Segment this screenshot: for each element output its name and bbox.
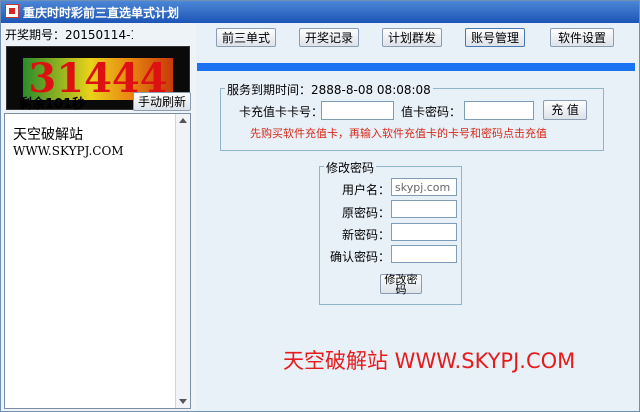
memo-line: 天空破解站	[13, 127, 83, 143]
memo-scrollbar[interactable]	[175, 114, 190, 408]
new-password-input[interactable]	[391, 223, 457, 241]
change-password-title: 修改密码	[324, 159, 377, 176]
change-password-group: 修改密码 用户名： skypj.com 原密码： 新密码： 确认密码： 修改密码	[319, 159, 462, 305]
left-panel: 开奖期号：20150114-120 31444 剩余101秒 手动刷新 天空破解…	[1, 23, 196, 411]
card-password-label: 值卡密码：	[401, 105, 462, 119]
manual-refresh-button[interactable]: 手动刷新	[133, 92, 191, 111]
card-number-label: 卡充值卡卡号：	[239, 105, 324, 119]
tab-plan-broadcast[interactable]: 计划群发	[382, 28, 442, 47]
old-password-label: 原密码：	[342, 206, 391, 220]
tab-draw-history[interactable]: 开奖记录	[299, 28, 359, 47]
app-icon	[5, 4, 19, 18]
scroll-up-icon[interactable]	[179, 118, 187, 123]
memo-box[interactable]: 天空破解站 WWW.SKYPJ.COM	[4, 113, 191, 409]
tab-account-management[interactable]: 账号管理	[465, 28, 525, 47]
memo-line: WWW.SKYPJ.COM	[13, 144, 124, 158]
remaining-time: 剩余101秒	[19, 97, 86, 112]
card-password-input[interactable]	[464, 101, 534, 120]
recharge-button[interactable]: 充 值	[543, 100, 587, 120]
confirm-password-input[interactable]	[391, 245, 457, 263]
tab-front-three-single[interactable]: 前三单式	[216, 28, 276, 47]
issue-number-label: 开奖期号：20150114-120	[5, 28, 133, 42]
tab-software-settings[interactable]: 软件设置	[550, 28, 614, 47]
change-password-button[interactable]: 修改密码	[380, 274, 422, 295]
accent-strip	[197, 63, 635, 71]
app-window: 重庆时时彩前三直选单式计划 开奖期号：20150114-120 31444 剩余…	[0, 0, 640, 412]
scroll-down-icon[interactable]	[179, 399, 187, 404]
service-group: 服务到期时间：2888-8-08 08:08:08 卡充值卡卡号： 值卡密码： …	[220, 81, 604, 151]
old-password-input[interactable]	[391, 200, 457, 218]
username-field[interactable]: skypj.com	[391, 178, 457, 196]
recharge-note: 先购买软件充值卡，再输入软件充值卡的卡号和密码点击充值	[250, 127, 547, 140]
service-expiry: 服务到期时间：2888-8-08 08:08:08	[225, 81, 433, 98]
watermark-text: 天空破解站 WWW.SKYPJ.COM	[283, 349, 576, 373]
new-password-label: 新密码：	[342, 228, 391, 242]
window-title: 重庆时时彩前三直选单式计划	[23, 6, 180, 20]
card-number-input[interactable]	[321, 101, 394, 120]
confirm-password-label: 确认密码：	[330, 250, 391, 264]
username-label: 用户名：	[342, 183, 391, 197]
title-bar[interactable]: 重庆时时彩前三直选单式计划	[1, 1, 639, 23]
